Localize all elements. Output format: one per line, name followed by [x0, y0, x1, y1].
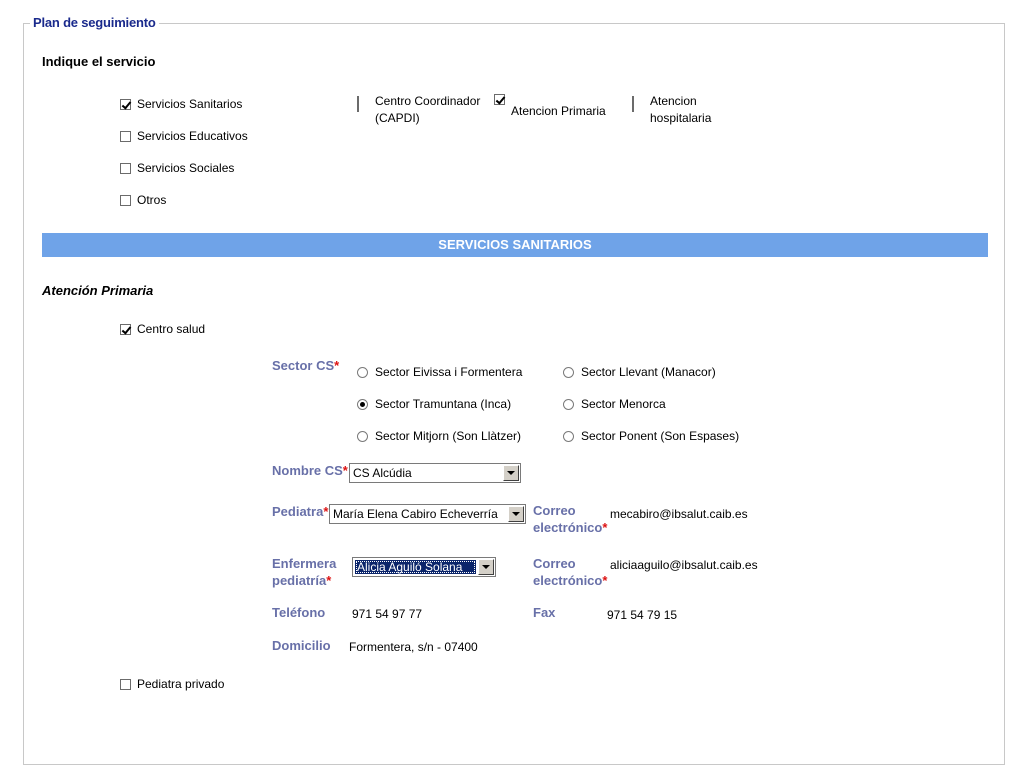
atencion-hospitalaria-label: Atencion hospitalaria [650, 94, 712, 125]
sector-llevant-radio[interactable] [563, 366, 574, 378]
sector-ponent-label: Sector Ponent (Son Espases) [581, 429, 740, 443]
sector-eivissa-label: Sector Eivissa i Formentera [375, 365, 523, 379]
pediatra-select[interactable]: María Elena Cabiro Echeverría [329, 504, 526, 524]
atencion-primaria-label: Atencion Primaria [511, 104, 606, 118]
centro-coordinador-checkbox[interactable] [357, 96, 359, 112]
sector-llevant-option[interactable]: Sector Llevant (Manacor) [563, 365, 716, 379]
sector-menorca-option[interactable]: Sector Menorca [563, 397, 666, 411]
servicios-sociales-checkbox[interactable] [120, 162, 131, 174]
enfermera-select[interactable]: Alicia Aguiló Solana [352, 557, 496, 577]
sector-llevant-label: Sector Llevant (Manacor) [581, 365, 716, 379]
sector-cs-label: Sector CS* [272, 358, 340, 373]
pediatra-value: María Elena Cabiro Echeverría [333, 507, 498, 521]
centro-salud-checkbox[interactable] [120, 323, 131, 335]
servicios-educativos-label: Servicios Educativos [137, 129, 248, 143]
enfermera-label: Enfermera pediatría* [272, 556, 337, 588]
nombre-cs-value: CS Alcúdia [353, 466, 412, 480]
atencion-hospitalaria-option[interactable]: Atencion hospitalaria [632, 93, 711, 125]
otros-checkbox[interactable] [120, 194, 131, 206]
servicios-sanitarios-option[interactable]: Servicios Sanitarios [120, 97, 242, 111]
nombre-cs-label: Nombre CS* [272, 463, 348, 478]
pediatra-privado-label: Pediatra privado [137, 677, 225, 691]
centro-salud-label: Centro salud [137, 322, 206, 336]
sector-mitjorn-radio[interactable] [357, 430, 368, 442]
nombre-cs-select[interactable]: CS Alcúdia [349, 463, 521, 483]
pediatra-privado-checkbox[interactable] [120, 678, 131, 690]
centro-salud-option[interactable]: Centro salud [120, 322, 205, 336]
sector-eivissa-option[interactable]: Sector Eivissa i Formentera [357, 365, 522, 379]
servicios-sanitarios-label: Servicios Sanitarios [137, 97, 243, 111]
pediatra-email-value: mecabiro@ibsalut.caib.es [610, 507, 748, 521]
pediatra-email-label: Correo electrónico* [533, 503, 608, 535]
fax-label: Fax [533, 605, 556, 620]
atencion-hospitalaria-checkbox[interactable] [632, 96, 634, 112]
sector-tramuntana-label: Sector Tramuntana (Inca) [375, 397, 512, 411]
servicios-sanitarios-checkbox[interactable] [120, 98, 131, 110]
servicios-sociales-option[interactable]: Servicios Sociales [120, 161, 234, 175]
servicios-sanitarios-bar: SERVICIOS SANITARIOS [42, 233, 988, 257]
atencion-primaria-option[interactable]: Atencion Primaria [494, 93, 606, 118]
sector-tramuntana-option[interactable]: Sector Tramuntana (Inca) [357, 397, 511, 411]
sector-ponent-option[interactable]: Sector Ponent (Son Espases) [563, 429, 739, 443]
otros-label: Otros [137, 193, 167, 207]
domicilio-value: Formentera, s/n - 07400 [349, 640, 478, 654]
fax-value: 971 54 79 15 [607, 608, 678, 622]
sector-menorca-radio[interactable] [563, 398, 574, 410]
sector-menorca-label: Sector Menorca [581, 397, 666, 411]
sector-mitjorn-option[interactable]: Sector Mitjorn (Son Llàtzer) [357, 429, 521, 443]
sector-ponent-radio[interactable] [563, 430, 574, 442]
sector-mitjorn-label: Sector Mitjorn (Son Llàtzer) [375, 429, 522, 443]
servicios-educativos-checkbox[interactable] [120, 130, 131, 142]
servicio-heading: Indique el servicio [42, 54, 156, 69]
sector-tramuntana-radio[interactable] [357, 398, 368, 410]
domicilio-label: Domicilio [272, 638, 331, 653]
telefono-value: 971 54 97 77 [352, 607, 423, 621]
enfermera-value: Alicia Aguiló Solana [355, 560, 476, 574]
enfermera-email-label: Correo electrónico* [533, 556, 608, 588]
atencion-primaria-heading: Atención Primaria [42, 283, 154, 298]
chevron-down-icon[interactable] [508, 506, 524, 522]
sector-eivissa-radio[interactable] [357, 366, 368, 378]
servicios-educativos-option[interactable]: Servicios Educativos [120, 129, 248, 143]
chevron-down-icon[interactable] [478, 559, 494, 575]
atencion-primaria-checkbox[interactable] [494, 93, 505, 105]
centro-coordinador-option[interactable]: Centro Coordinador (CAPDI) [357, 93, 480, 125]
pediatra-privado-option[interactable]: Pediatra privado [120, 677, 224, 691]
otros-option[interactable]: Otros [120, 193, 166, 207]
fieldset-legend: Plan de seguimiento [30, 15, 159, 30]
pediatra-label: Pediatra* [272, 504, 329, 519]
enfermera-email-value: aliciaaguilo@ibsalut.caib.es [610, 558, 758, 572]
servicios-sociales-label: Servicios Sociales [137, 161, 235, 175]
telefono-label: Teléfono [272, 605, 326, 620]
centro-coordinador-label: Centro Coordinador (CAPDI) [375, 94, 481, 125]
chevron-down-icon[interactable] [503, 465, 519, 481]
